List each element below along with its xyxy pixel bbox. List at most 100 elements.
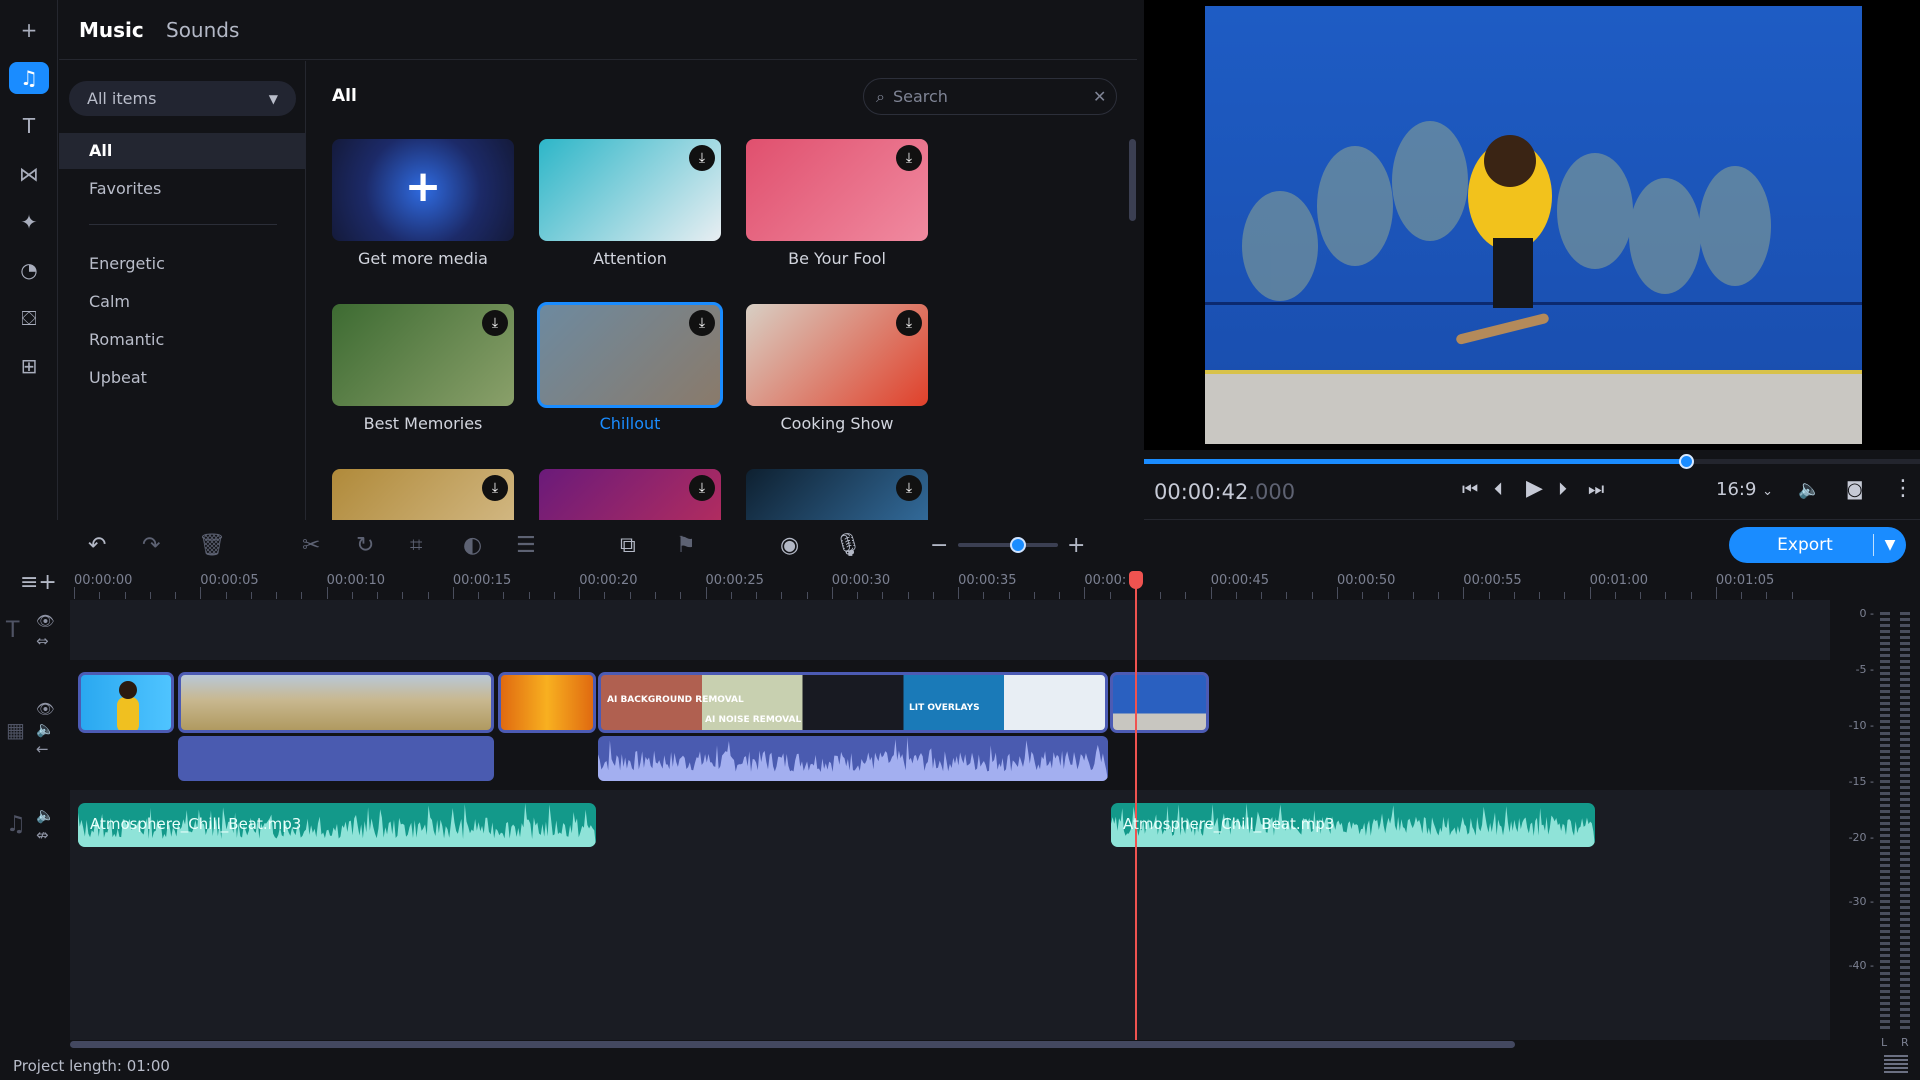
media-tile-label: Cooking Show bbox=[780, 414, 894, 433]
media-tile[interactable]: ⤓ Best Memories bbox=[332, 304, 514, 433]
audio-meter-toggle-icon[interactable] bbox=[1884, 1055, 1908, 1075]
ruler-label: 00:00:45 bbox=[1210, 573, 1270, 588]
export-dropdown-chevron-icon[interactable]: ▼ bbox=[1874, 537, 1906, 553]
media-tile[interactable]: ⤓ Be Your Fool bbox=[746, 139, 928, 268]
ruler-tick bbox=[781, 592, 783, 599]
ruler-label: 00:00:00 bbox=[74, 573, 133, 588]
zoom-out-icon[interactable]: − bbox=[930, 533, 948, 558]
music-clip[interactable]: Atmosphere_Chill_Beat.mp3 bbox=[78, 803, 596, 847]
music-clip[interactable]: Atmosphere_Chill_Beat.mp3 bbox=[1111, 803, 1595, 847]
timeline-ruler[interactable]: 00:00:00 00:00:05 00:00:10 00:00:15 00:00:20… bbox=[70, 571, 1830, 599]
video-clip[interactable] bbox=[498, 672, 596, 733]
ruler-tick bbox=[553, 592, 555, 599]
download-icon[interactable]: ⤓ bbox=[689, 310, 715, 336]
media-tile[interactable]: ⤓ Attention bbox=[539, 139, 721, 268]
media-tile[interactable]: ⤓ bbox=[332, 469, 514, 520]
vu-channel-label: L bbox=[1881, 1036, 1888, 1049]
export-button[interactable]: Export ▼ bbox=[1729, 527, 1906, 563]
mute-speaker-icon[interactable]: 🔈 bbox=[36, 806, 55, 824]
mute-speaker-icon[interactable]: 🔈 bbox=[36, 720, 55, 738]
video-clip[interactable] bbox=[178, 672, 494, 733]
preview-progress-bar[interactable] bbox=[1144, 454, 1920, 469]
add-track-icon[interactable]: ≡+ bbox=[20, 570, 57, 595]
text-track-icon: T bbox=[6, 618, 20, 643]
detached-audio-clip[interactable] bbox=[178, 736, 494, 781]
timeline-zoom-slider[interactable] bbox=[958, 537, 1058, 553]
ruler-tick bbox=[1311, 592, 1313, 599]
delete-trash-icon[interactable]: 🗑 bbox=[198, 533, 226, 558]
rotate-icon[interactable]: ↻ bbox=[356, 533, 374, 558]
ruler-label: 00:01:00 bbox=[1589, 573, 1648, 588]
clip-properties-icon[interactable]: ☰ bbox=[516, 533, 536, 558]
video-clip-promo[interactable]: AI BACKGROUND REMOVAL AI NOISE REMOVAL L… bbox=[598, 672, 1108, 733]
media-tile[interactable]: + Get more media bbox=[332, 139, 514, 268]
grid-scrollbar[interactable] bbox=[1129, 139, 1136, 221]
webcam-record-icon[interactable]: ◉ bbox=[780, 533, 799, 558]
download-icon[interactable]: ⤓ bbox=[689, 145, 715, 171]
media-tile[interactable]: ⤓ Chillout bbox=[537, 302, 723, 433]
download-icon[interactable]: ⤓ bbox=[482, 475, 508, 501]
more-options-icon[interactable]: ⋮ bbox=[1892, 476, 1914, 501]
timecode-ms: .000 bbox=[1248, 480, 1296, 504]
ruler-tick bbox=[705, 587, 707, 599]
next-frame-icon[interactable]: ⏵ bbox=[1558, 479, 1567, 500]
redo-icon[interactable]: ↷ bbox=[142, 533, 160, 558]
zoom-in-icon[interactable]: + bbox=[1067, 533, 1085, 558]
marker-flag-icon[interactable]: ⚑ bbox=[676, 533, 696, 558]
music-track[interactable]: Atmosphere_Chill_Beat.mp3 Atmosphere_Chi… bbox=[70, 790, 1830, 850]
cut-scissors-icon[interactable]: ✂ bbox=[302, 533, 320, 558]
ruler-tick bbox=[1337, 587, 1338, 599]
media-tile[interactable]: ⤓ bbox=[539, 469, 721, 520]
empty-track-area[interactable] bbox=[70, 850, 1830, 1040]
media-tile[interactable]: ⤓ Cooking Show bbox=[746, 304, 928, 433]
snapshot-camera-icon[interactable]: ◙ bbox=[1846, 479, 1863, 500]
link-icon[interactable]: ⇔ bbox=[36, 632, 49, 650]
transition-wizard-icon[interactable]: ⧉ bbox=[620, 533, 636, 558]
skip-to-end-icon[interactable]: ⏭ bbox=[1588, 479, 1604, 500]
ruler-tick bbox=[680, 592, 682, 599]
ruler-tick bbox=[1766, 592, 1768, 599]
clip-overlay-text: AI NOISE REMOVAL bbox=[705, 715, 802, 725]
visibility-eye-icon[interactable]: 👁 bbox=[36, 700, 55, 718]
playhead-handle[interactable] bbox=[1129, 571, 1143, 589]
ruler-tick bbox=[377, 592, 379, 599]
zoom-slider-knob[interactable] bbox=[1010, 537, 1026, 553]
media-tile-label: Attention bbox=[593, 249, 667, 268]
download-icon[interactable]: ⤓ bbox=[896, 145, 922, 171]
ruler-tick bbox=[1084, 587, 1086, 599]
ruler-label: 00:00:05 bbox=[200, 573, 259, 588]
play-icon[interactable]: ▶ bbox=[1526, 476, 1543, 501]
video-frame[interactable] bbox=[1205, 6, 1862, 444]
video-clip-selected[interactable] bbox=[1110, 672, 1209, 733]
clip-audio-waveform[interactable] bbox=[598, 736, 1108, 781]
download-icon[interactable]: ⤓ bbox=[482, 310, 508, 336]
video-clip[interactable] bbox=[78, 672, 174, 733]
video-track[interactable]: AI BACKGROUND REMOVAL AI NOISE REMOVAL L… bbox=[70, 660, 1830, 785]
ruler-tick bbox=[629, 592, 631, 599]
unlink-icon[interactable]: ⇎ bbox=[36, 826, 49, 844]
ruler-tick bbox=[1033, 592, 1035, 599]
text-track[interactable] bbox=[70, 600, 1830, 660]
ruler-tick bbox=[756, 592, 758, 599]
skip-to-start-icon[interactable]: ⏮ bbox=[1462, 479, 1478, 500]
color-adjust-icon[interactable]: ◐ bbox=[463, 533, 482, 558]
media-tile[interactable]: ⤓ bbox=[746, 469, 928, 520]
visibility-eye-icon[interactable]: 👁 bbox=[36, 612, 55, 630]
previous-frame-icon[interactable]: ⏴ bbox=[1494, 479, 1503, 500]
ruler-tick bbox=[1362, 592, 1364, 599]
progress-knob[interactable] bbox=[1679, 454, 1695, 469]
timeline-horizontal-scrollbar[interactable] bbox=[70, 1041, 1515, 1048]
detach-audio-arrow-icon[interactable]: ← bbox=[36, 740, 49, 758]
download-icon[interactable]: ⤓ bbox=[896, 310, 922, 336]
download-icon[interactable]: ⤓ bbox=[896, 475, 922, 501]
microphone-icon[interactable]: 🎙 bbox=[834, 533, 862, 558]
vu-scale-label: -5 - bbox=[1855, 663, 1874, 676]
undo-icon[interactable]: ↶ bbox=[88, 533, 106, 558]
volume-icon[interactable]: 🔈 bbox=[1798, 479, 1820, 500]
ruler-tick bbox=[402, 592, 404, 599]
crop-icon[interactable]: ⌗ bbox=[410, 533, 422, 558]
ruler-tick bbox=[1564, 592, 1566, 599]
aspect-ratio-dropdown[interactable]: 16:9 ⌄ bbox=[1716, 479, 1773, 500]
ruler-tick bbox=[1741, 592, 1743, 599]
download-icon[interactable]: ⤓ bbox=[689, 475, 715, 501]
